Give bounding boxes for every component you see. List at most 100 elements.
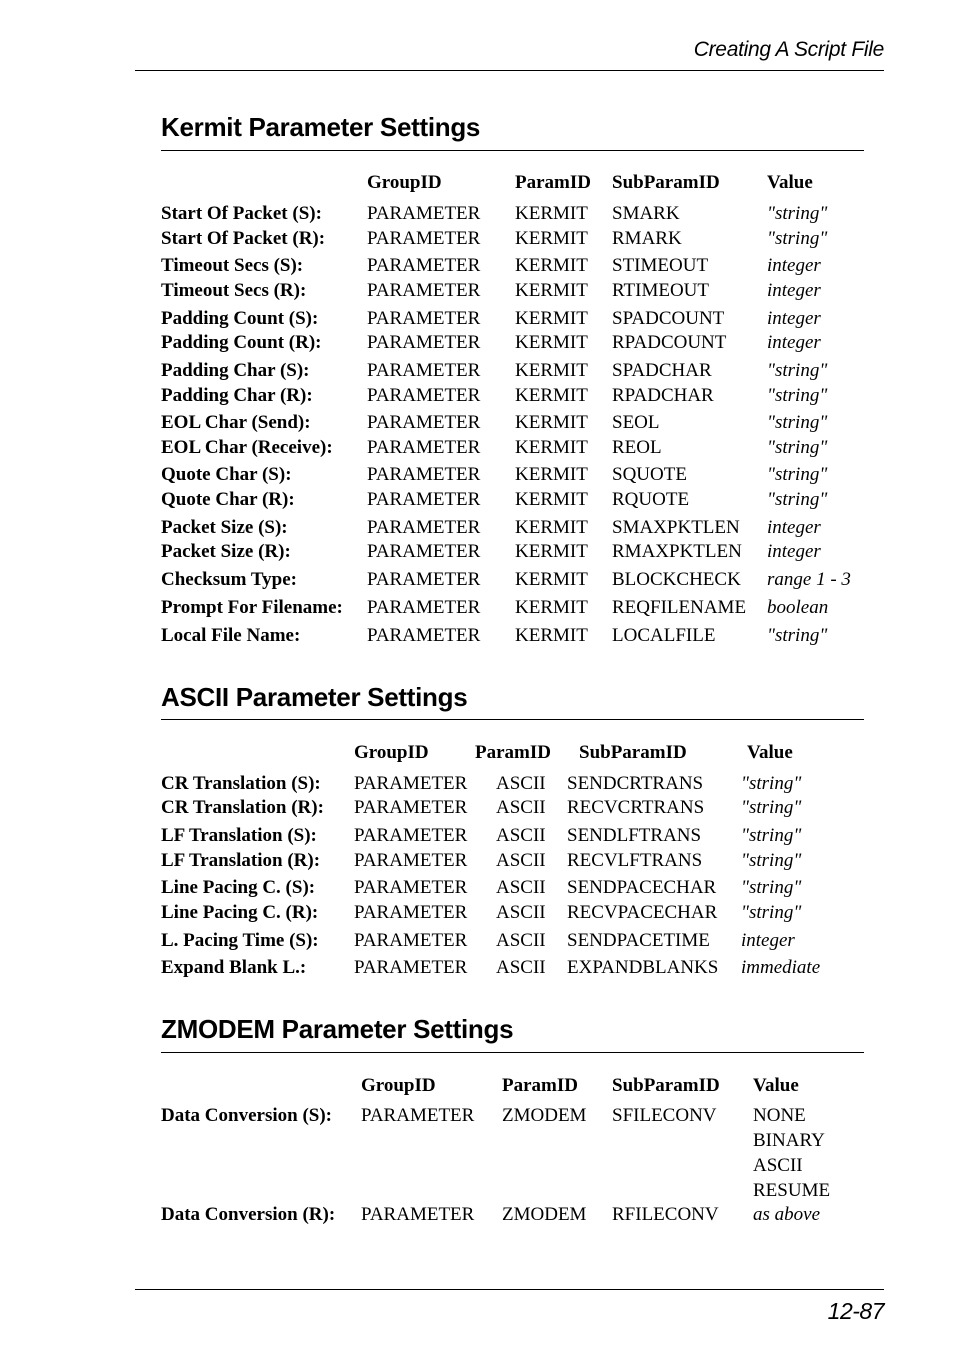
subparam-id-cell: SENDLFTRANS xyxy=(567,825,702,846)
parameter-label: Padding Char (S): xyxy=(161,360,310,381)
subparam-id-cell: SENDCRTRANS xyxy=(567,773,704,794)
param-id-cell: KERMIT xyxy=(515,360,588,381)
subparam-id-cell: RPADCOUNT xyxy=(612,332,727,353)
subparam-id-cell: RMARK xyxy=(612,228,682,249)
subparam-id-cell: STIMEOUT xyxy=(612,255,709,276)
value-cell: "string" xyxy=(741,797,802,818)
parameter-label: Data Conversion (R): xyxy=(161,1204,336,1225)
value-cell: immediate xyxy=(741,957,821,978)
column-header-value: Value xyxy=(753,1075,799,1096)
group-id-cell: PARAMETER xyxy=(354,850,468,871)
table-row: Data Conversion (R): PARAMETER ZMODEM RFILE… xyxy=(0,1203,954,1227)
subparam-id-cell: SMAXPKTLEN xyxy=(612,517,740,538)
group-id-cell: PARAMETER xyxy=(367,332,481,353)
param-id-cell: KERMIT xyxy=(515,597,588,618)
column-header-groupid: GroupID xyxy=(361,1075,436,1096)
group-id-cell: PARAMETER xyxy=(367,360,481,381)
parameter-label: CR Translation (R): xyxy=(161,797,324,818)
column-header-groupid: GroupID xyxy=(354,742,429,763)
column-header-paramid: ParamID xyxy=(515,172,591,193)
parameter-label: Padding Char (R): xyxy=(161,385,313,406)
parameter-label: Packet Size (S): xyxy=(161,517,288,538)
subparam-id-cell: RQUOTE xyxy=(612,489,690,510)
parameter-label: Timeout Secs (R): xyxy=(161,280,307,301)
table-row: Packet Size (R): PARAMETER KERMIT RMAXPKTLE… xyxy=(0,540,954,564)
subparam-id-cell: SEOL xyxy=(612,412,660,433)
value-cell: integer xyxy=(767,332,821,353)
value-cell: range 1 - 3 xyxy=(767,569,851,590)
value-cell: integer xyxy=(767,541,821,562)
value-cell: integer xyxy=(741,930,795,951)
running-header-title: Creating A Script File xyxy=(693,38,885,61)
value-cell: as above xyxy=(753,1204,821,1225)
section-rule-kermit xyxy=(161,150,864,151)
parameter-label: CR Translation (S): xyxy=(161,773,321,794)
column-header-subparamid: SubParamID xyxy=(612,1075,720,1096)
value-cell: integer xyxy=(767,308,821,329)
section-title-kermit: Kermit Parameter Settings xyxy=(161,112,481,142)
param-id-cell: KERMIT xyxy=(515,255,588,276)
subparam-id-cell: SENDPACETIME xyxy=(567,930,710,951)
value-cell: integer xyxy=(767,280,821,301)
group-id-cell: PARAMETER xyxy=(354,773,468,794)
value-cell: "string" xyxy=(767,203,828,224)
group-id-cell: PARAMETER xyxy=(361,1204,475,1225)
value-cell: "string" xyxy=(741,825,802,846)
subparam-id-cell: SPADCOUNT xyxy=(612,308,725,329)
group-id-cell: PARAMETER xyxy=(367,203,481,224)
param-id-cell: KERMIT xyxy=(515,332,588,353)
table-row: Quote Char (S): PARAMETER KERMIT SQUOTE "str… xyxy=(0,463,954,487)
group-id-cell: PARAMETER xyxy=(367,280,481,301)
group-id-cell: PARAMETER xyxy=(367,464,481,485)
value-cell: "string" xyxy=(767,412,828,433)
column-header-subparamid: SubParamID xyxy=(612,172,720,193)
section-title-ascii: ASCII Parameter Settings xyxy=(161,682,468,712)
param-id-cell: ASCII xyxy=(496,797,546,818)
param-id-cell: KERMIT xyxy=(515,385,588,406)
parameter-label: Prompt For Filename: xyxy=(161,597,343,618)
table-row: Line Pacing C. (S): PARAMETER ASCII SENDPAC… xyxy=(0,876,954,900)
table-row: Line Pacing C. (R): PARAMETER ASCII RECVPAC… xyxy=(0,901,954,925)
column-header-value: Value xyxy=(747,742,793,763)
parameter-label: L. Pacing Time (S): xyxy=(161,930,319,951)
param-id-cell: KERMIT xyxy=(515,412,588,433)
parameter-label: Quote Char (R): xyxy=(161,489,295,510)
param-id-cell: ASCII xyxy=(496,877,546,898)
subparam-id-cell: EXPANDBLANKS xyxy=(567,957,719,978)
parameter-label: Start Of Packet (S): xyxy=(161,203,322,224)
subparam-id-cell: REOL xyxy=(612,437,662,458)
param-id-cell: ASCII xyxy=(496,957,546,978)
section-title-zmodem: ZMODEM Parameter Settings xyxy=(161,1014,514,1044)
group-id-cell: PARAMETER xyxy=(354,877,468,898)
subparam-id-cell: RFILECONV xyxy=(612,1204,719,1225)
value-cell: "string" xyxy=(767,385,828,406)
subparam-id-cell: RTIMEOUT xyxy=(612,280,710,301)
table-row: Padding Char (R): PARAMETER KERMIT RPADCHAR… xyxy=(0,384,954,408)
group-id-cell: PARAMETER xyxy=(354,797,468,818)
value-option: ASCII xyxy=(753,1155,803,1176)
table-row: LF Translation (R): PARAMETER ASCII RECVLFT… xyxy=(0,849,954,873)
group-id-cell: PARAMETER xyxy=(361,1105,475,1126)
table-row: Packet Size (S): PARAMETER KERMIT SMAXPKTLE… xyxy=(0,516,954,540)
parameter-label: Line Pacing C. (R): xyxy=(161,902,319,923)
table-row: Prompt For Filename: PARAMETER KERMIT REQFI… xyxy=(0,596,954,620)
table-row: Expand Blank L.: PARAMETER ASCII EXPANDBLAN… xyxy=(0,956,954,980)
parameter-label: Padding Count (R): xyxy=(161,332,322,353)
param-id-cell: ASCII xyxy=(496,902,546,923)
param-id-cell: ZMODEM xyxy=(502,1204,587,1225)
parameter-label: Quote Char (S): xyxy=(161,464,292,485)
value-cell: integer xyxy=(767,517,821,538)
subparam-id-cell: REQFILENAME xyxy=(612,597,747,618)
group-id-cell: PARAMETER xyxy=(367,385,481,406)
param-id-cell: KERMIT xyxy=(515,625,588,646)
table-header-row: GroupID ParamID SubParamID Value xyxy=(0,171,954,195)
table-row: Data Conversion (S): PARAMETER ZMODEM SFILE… xyxy=(0,1104,954,1201)
group-id-cell: PARAMETER xyxy=(367,569,481,590)
value-cell: integer xyxy=(767,255,821,276)
subparam-id-cell: BLOCKCHECK xyxy=(612,569,741,590)
param-id-cell: KERMIT xyxy=(515,489,588,510)
table-row: Padding Char (S): PARAMETER KERMIT SPADCHAR… xyxy=(0,359,954,383)
table-row: Timeout Secs (S): PARAMETER KERMIT STIMEOUT… xyxy=(0,254,954,278)
param-id-cell: KERMIT xyxy=(515,464,588,485)
parameter-label: Expand Blank L.: xyxy=(161,957,307,978)
